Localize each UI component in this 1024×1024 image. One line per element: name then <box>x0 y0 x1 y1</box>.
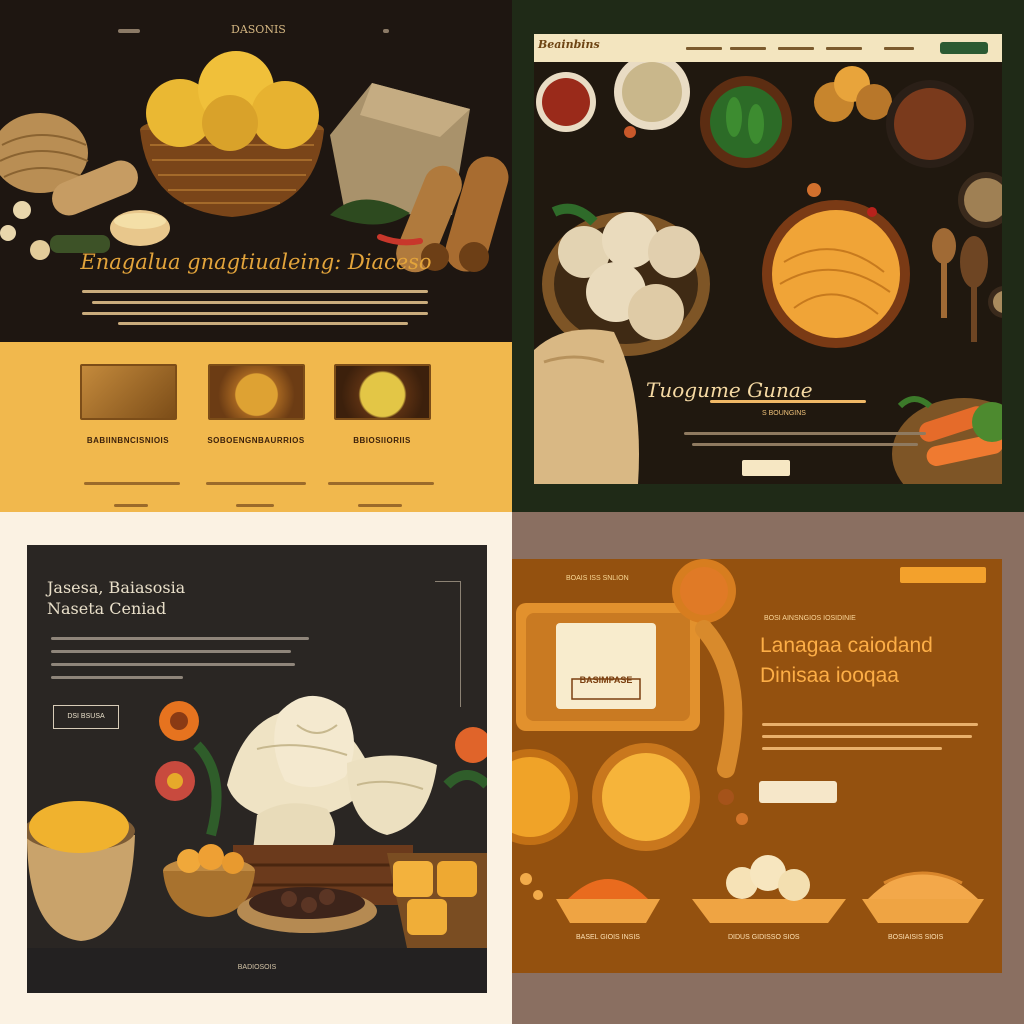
hero-subtitle: S BOUNGINS <box>762 410 806 417</box>
title-line: Dinisaa iooqaa <box>760 664 899 687</box>
hero-image <box>27 695 487 948</box>
hero-title: Lanagaa caiodand Dinisaa iooqaa <box>760 631 933 691</box>
feature-band: BABIINBNCISNIOIS SOBOENGNBAURRIOS BBIOSI… <box>0 342 512 512</box>
hero-image <box>512 559 984 923</box>
feature-card[interactable]: BABIINBNCISNIOIS <box>68 364 188 507</box>
nav-icon[interactable] <box>383 29 389 33</box>
nav-link[interactable] <box>826 47 862 50</box>
heading-line: Jasesa, Baiasosia <box>47 578 186 597</box>
page-frame: Beainbins Tuogume Gunae S BOUNGINS <box>534 34 1002 484</box>
hero-heading: Jasesa, Baiasosia Naseta Ceniad <box>47 577 185 619</box>
site-mockup-1: DASONIS Enagalua gnagtiualeing: Diaceso … <box>0 0 512 512</box>
cta-button[interactable] <box>742 460 790 476</box>
product-label: BASEL GIOIS INSIS <box>576 934 640 941</box>
card-title: SOBOENGNBAURRIOS <box>207 436 305 445</box>
hero-title: Tuogume Gunae <box>646 378 813 402</box>
site-mockup-3: Jasesa, Baiasosia Naseta Ceniad DSI BSUS… <box>0 512 512 1024</box>
nav-logo-mark[interactable] <box>118 29 140 33</box>
hero-title: Enagalua gnagtiualeing: Diaceso <box>80 250 432 274</box>
card-title: BABIINBNCISNIOIS <box>86 436 170 445</box>
hero-image <box>0 45 512 341</box>
card-title: BBIOSIIORIIS <box>353 436 411 445</box>
nav-link[interactable] <box>686 47 722 50</box>
nav-link[interactable] <box>730 47 766 50</box>
nav-link[interactable] <box>884 47 914 50</box>
package-label: BASIMPASE <box>579 675 633 685</box>
logo[interactable]: Beainbins <box>538 38 600 51</box>
heading-line: Naseta Ceniad <box>47 599 167 618</box>
product-label: BOSIAISIS SIOIS <box>888 934 944 941</box>
top-nav: Beainbins <box>534 34 1002 62</box>
hero-kicker: BOSI AINSNGIOS IOSIDINIE <box>764 615 856 622</box>
cta-button[interactable] <box>759 781 837 803</box>
page-board: BOAIS ISS SNLION BASIMPASE BOSI AINSNGIO… <box>512 559 1002 973</box>
nav-button[interactable] <box>940 42 988 54</box>
footer: BADIOSOIS <box>27 948 487 993</box>
page-panel: Jasesa, Baiasosia Naseta Ceniad DSI BSUS… <box>27 545 487 993</box>
product-label: DIDUS GIDISSO SIOS <box>728 934 800 941</box>
card-image <box>79 364 177 420</box>
feature-card[interactable]: SOBOENGNBAURRIOS <box>196 364 316 507</box>
site-mockup-2: Beainbins Tuogume Gunae S BOUNGINS <box>512 0 1024 512</box>
footer-text: BADIOSOIS <box>237 964 277 971</box>
site-title[interactable]: DASONIS <box>231 23 286 36</box>
card-image <box>333 364 431 420</box>
nav-link[interactable] <box>778 47 814 50</box>
top-nav: DASONIS <box>0 20 512 42</box>
card-image <box>207 364 305 420</box>
site-mockup-4: BOAIS ISS SNLION BASIMPASE BOSI AINSNGIO… <box>512 512 1024 1024</box>
hero-image <box>534 62 1002 484</box>
title-line: Lanagaa caiodand <box>760 634 933 657</box>
feature-card[interactable]: BBIOSIIORIIS <box>322 364 442 507</box>
